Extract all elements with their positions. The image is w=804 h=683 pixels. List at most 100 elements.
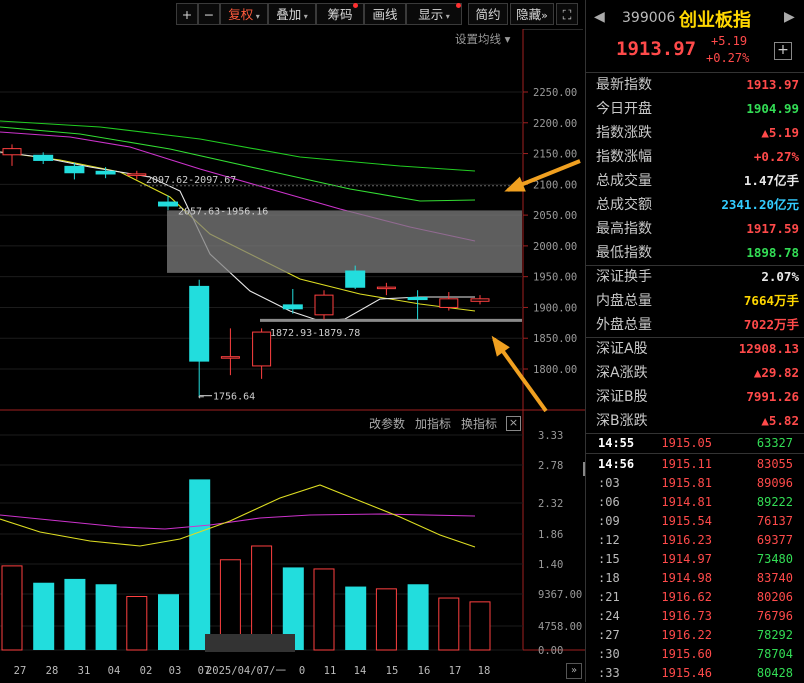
stat-row: 内盘总量 7664万手 [586,289,804,313]
tick-time: :03 [598,476,620,490]
stat-label: 深证A股 [596,341,648,357]
stat-label: 深A涨跌 [596,365,648,381]
zoom-out-button[interactable]: − [198,3,220,25]
jianyue-button[interactable]: 简约 [468,3,508,25]
tick-row: :09 1915.54 76137 [586,512,804,531]
stat-label: 最高指数 [596,221,652,237]
diejia-dropdown[interactable]: 叠加 ▾ [268,3,316,25]
tick-row: :21 1916.62 80206 [586,588,804,607]
vol-param-button[interactable]: 改参数 [369,415,405,432]
x-tick-label: 31 [78,665,91,677]
kline-chart[interactable]: 2250.00 2200.00 2150.00 2100.00 2050.00 2000.… [0,29,585,682]
x-tick-label: 03 [169,665,182,677]
x-tick-label: 04 [108,665,121,677]
tick-volume: 63327 [756,436,793,450]
fuquan-dropdown[interactable]: 复权 ▾ [220,3,268,25]
stat-label: 最低指数 [596,245,652,261]
tick-row: :24 1916.73 76796 [586,607,804,626]
vol-switch-indicator-button[interactable]: 换指标 [461,415,497,432]
stat-row: 深证换手 2.07% [586,265,804,289]
chevron-down-icon: ▾ [501,32,511,46]
tick-time: 14:56 [598,457,635,471]
y-tick-label: 2050.00 [533,210,577,222]
stat-label: 深B涨跌 [596,413,648,429]
stat-value: ▲5.19 [761,125,799,140]
huaxian-button[interactable]: 画线 [364,3,406,25]
stat-row: 最高指数 1917.59 [586,217,804,241]
stat-label: 总成交额 [596,197,652,213]
low-arrow-icon: ← [198,392,204,403]
stat-value: 1913.97 [746,77,799,92]
yincang-label: 隐藏 [516,7,542,22]
y-tick-label: 1950.00 [533,272,577,284]
stat-row: 指数涨幅 +0.27% [586,145,804,169]
x-cursor-box [205,634,295,652]
x-tick-label: 17 [449,665,462,677]
add-watchlist-button[interactable]: + [774,42,792,60]
tick-time: :09 [598,514,620,528]
stat-label: 深证换手 [596,269,652,285]
volume-bar-up [126,596,148,651]
next-stock-icon[interactable]: ▶ [784,9,795,25]
x-tick-label: 0 [299,665,305,677]
candle-body-up [127,173,147,176]
scroll-more-icon[interactable]: » [566,663,582,679]
x-tick-label: 11 [324,665,337,677]
prev-stock-icon[interactable]: ◀ [594,9,605,25]
volume-bar-down [189,479,211,650]
ma-settings-button[interactable]: 设置均线 ▾ [455,31,510,47]
tick-time: :27 [598,628,620,642]
vol-tick-label: 3.33 [538,430,563,442]
vol-add-indicator-button[interactable]: 加指标 [415,415,451,432]
tick-time: :06 [598,495,620,509]
yincang-button[interactable]: 隐藏» [510,3,554,25]
tick-row: :27 1916.22 78292 [586,626,804,645]
stat-label: 深证B股 [596,389,648,405]
zoom-in-button[interactable]: + [176,3,198,25]
stat-value: 1898.78 [746,245,799,260]
stock-code: 399006 [622,10,676,26]
xianshi-dropdown[interactable]: 显示 ▾ [406,3,462,25]
candle-body-up [2,148,22,156]
tick-price: 1915.54 [661,514,712,528]
vol-tick-label: 9367.00 [538,589,582,601]
stat-label: 今日开盘 [596,101,652,117]
current-price: 1913.97 [616,38,697,60]
tick-time: :18 [598,571,620,585]
tick-volume: 80206 [756,590,793,604]
stat-row: 今日开盘 1904.99 [586,97,804,121]
vol-tick-label: 4758.00 [538,621,582,633]
tick-price: 1916.73 [661,609,712,623]
vol-ma-short-line [0,484,476,548]
stat-row: 深A涨跌 ▲29.82 [586,361,804,385]
tick-time: :12 [598,533,620,547]
stat-label: 外盘总量 [596,317,652,333]
volume-bar-up [1,565,23,651]
stat-row: 总成交额 2341.20亿元 [586,193,804,217]
volume-ma-lines [0,484,476,548]
tick-volume: 76137 [756,514,793,528]
tick-price: 1915.11 [661,457,712,471]
stat-row: 深B涨跌 ▲5.82 [586,409,804,433]
chevron-down-icon: ▾ [443,12,450,21]
close-icon[interactable]: × [506,416,521,431]
tick-volume: 83055 [756,457,793,471]
tick-price: 1916.62 [661,590,712,604]
volume-bar-up [375,588,397,651]
x-tick-label: 18 [478,665,491,677]
volume-bar-up [469,601,491,651]
tick-row: 14:56 1915.11 83055 [586,455,804,474]
x-tick-label: 02 [140,665,153,677]
tick-price: 1914.97 [661,552,712,566]
notification-dot-icon [456,3,461,8]
volume-bars [1,479,491,651]
tick-price: 1914.98 [661,571,712,585]
stat-value: 7991.26 [746,389,799,404]
stat-value: 7022万手 [743,317,799,332]
y-tick-label: 2200.00 [533,118,577,130]
stock-name: 创业板指 [679,10,751,31]
x-tick-label: 28 [46,665,59,677]
fullscreen-icon[interactable]: ⛶ [556,3,578,25]
tick-volume: 80428 [756,666,793,680]
stat-value: +0.27% [753,149,799,164]
